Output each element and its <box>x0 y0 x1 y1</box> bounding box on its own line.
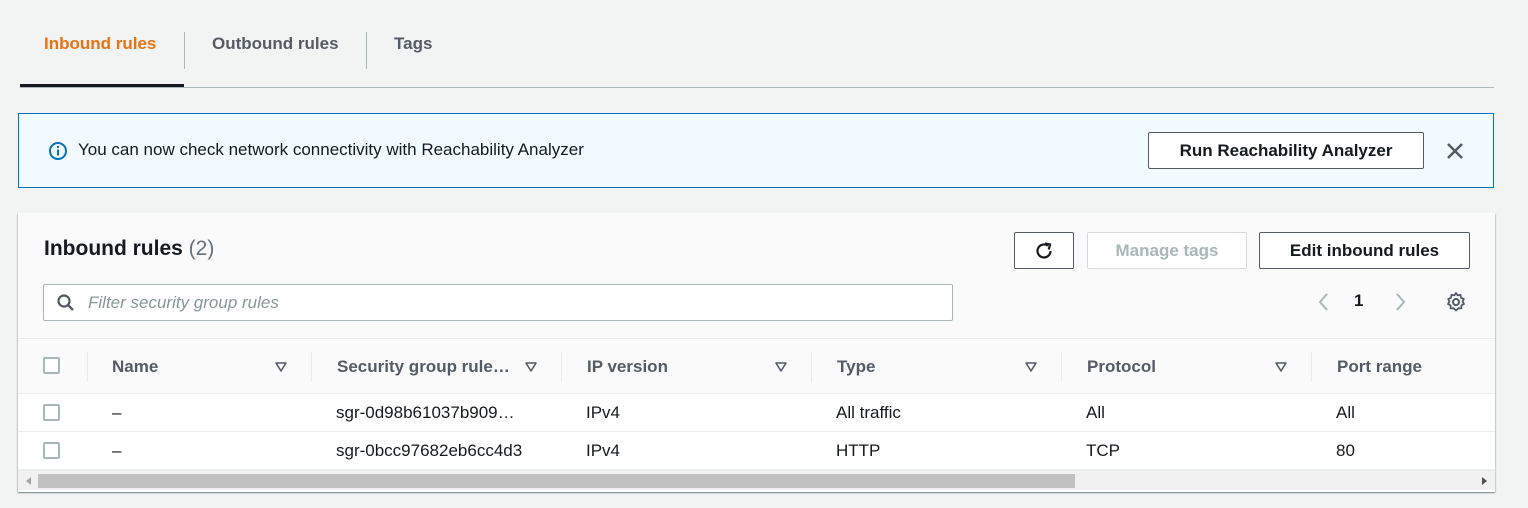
column-separator <box>561 352 562 382</box>
sort-icon[interactable] <box>774 360 788 374</box>
scrollbar-thumb[interactable] <box>38 474 1075 488</box>
row-checkbox[interactable] <box>43 404 60 421</box>
panel-title-text: Inbound rules <box>44 237 183 260</box>
tab-outbound-rules[interactable]: Outbound rules <box>212 0 339 87</box>
cell-ip-version: IPv4 <box>586 440 621 460</box>
filter-box <box>43 284 953 321</box>
panel-header: Inbound rules (2) Manage tags Edit inbou… <box>18 213 1495 339</box>
column-separator <box>1061 352 1062 382</box>
panel-title: Inbound rules (2) <box>44 237 214 261</box>
filter-input[interactable] <box>86 285 946 320</box>
cell-name: – <box>112 402 122 422</box>
cell-rule-id[interactable]: sgr-0d98b61037b909… <box>336 394 515 431</box>
search-icon <box>57 294 74 311</box>
run-reachability-analyzer-button[interactable]: Run Reachability Analyzer <box>1148 132 1424 169</box>
tab-tags[interactable]: Tags <box>394 0 432 87</box>
refresh-icon <box>1036 241 1052 259</box>
chevron-left-icon[interactable] <box>1314 290 1334 314</box>
cell-protocol: All <box>1086 402 1105 422</box>
column-separator <box>811 352 812 382</box>
close-icon[interactable] <box>1444 140 1466 162</box>
scroll-right-arrow-icon[interactable] <box>1479 476 1489 486</box>
sort-icon[interactable] <box>1274 360 1288 374</box>
column-header-name[interactable]: Name <box>112 340 158 394</box>
column-separator <box>1311 352 1312 382</box>
chevron-right-icon[interactable] <box>1390 290 1410 314</box>
sort-icon[interactable] <box>274 360 288 374</box>
column-header-protocol[interactable]: Protocol <box>1087 340 1156 394</box>
sort-icon[interactable] <box>1024 360 1038 374</box>
select-all-checkbox[interactable] <box>43 357 60 374</box>
column-separator <box>87 352 88 382</box>
cell-port-range: All <box>1336 402 1355 422</box>
edit-inbound-rules-button[interactable]: Edit inbound rules <box>1259 232 1470 269</box>
column-header-rule-id[interactable]: Security group rule… <box>337 340 510 394</box>
table-row[interactable]: – sgr-0d98b61037b909… IPv4 All traffic A… <box>18 394 1495 432</box>
column-header-ip-version[interactable]: IP version <box>587 340 668 394</box>
tab-divider <box>184 32 185 69</box>
table-row[interactable]: – sgr-0bcc97682eb6cc4d3 IPv4 HTTP TCP 80 <box>18 432 1495 470</box>
manage-tags-button[interactable]: Manage tags <box>1087 232 1247 269</box>
cell-port-range: 80 <box>1336 440 1355 460</box>
column-separator <box>311 352 312 382</box>
tab-divider <box>366 32 367 69</box>
cell-type: HTTP <box>836 440 881 460</box>
scroll-left-arrow-icon[interactable] <box>24 476 34 486</box>
tabs-bar: Inbound rules Outbound rules Tags <box>20 0 1494 88</box>
table-header: Name Security group rule… IP version Typ… <box>18 340 1495 394</box>
cell-ip-version: IPv4 <box>586 402 621 422</box>
inbound-rules-panel: Inbound rules (2) Manage tags Edit inbou… <box>18 213 1495 492</box>
info-icon <box>49 142 67 160</box>
rule-count: (2) <box>188 237 215 260</box>
horizontal-scrollbar[interactable] <box>18 470 1495 490</box>
cell-type: All traffic <box>836 402 901 422</box>
column-header-port-range[interactable]: Port range <box>1337 340 1422 394</box>
tab-inbound-rules[interactable]: Inbound rules <box>44 0 156 87</box>
page-number[interactable]: 1 <box>1354 291 1363 311</box>
cell-name: – <box>112 440 122 460</box>
refresh-button[interactable] <box>1014 232 1074 269</box>
gear-icon[interactable] <box>1445 291 1467 313</box>
column-header-type[interactable]: Type <box>837 340 875 394</box>
active-tab-indicator <box>20 84 184 87</box>
cell-rule-id[interactable]: sgr-0bcc97682eb6cc4d3 <box>336 432 522 469</box>
banner-message: You can now check network connectivity w… <box>78 140 584 159</box>
row-checkbox[interactable] <box>43 442 60 459</box>
sort-icon[interactable] <box>524 360 538 374</box>
cell-protocol: TCP <box>1086 440 1120 460</box>
